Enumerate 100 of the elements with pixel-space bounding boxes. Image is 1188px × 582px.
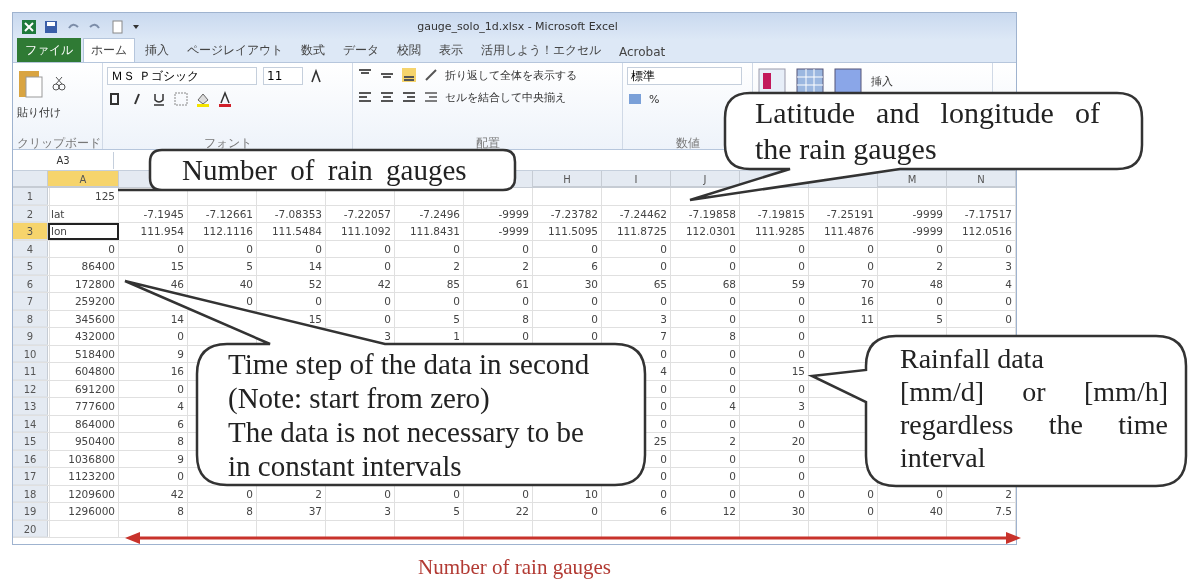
row-header[interactable]: 4 xyxy=(13,240,48,257)
name-box[interactable]: A3 xyxy=(13,151,114,169)
row-header[interactable]: 8 xyxy=(13,310,48,327)
group-label: 配置 xyxy=(474,135,501,149)
scissors-icon[interactable] xyxy=(51,75,67,91)
table-cell-text: 111.5484 xyxy=(270,224,323,239)
table-cell-text: 14 xyxy=(169,311,185,327)
table-cell-text: 0 xyxy=(521,329,530,344)
table-cell-text: 1296000 xyxy=(67,504,116,519)
row-header[interactable]: 11 xyxy=(13,363,48,380)
merge-center-button[interactable]: セルを結合して中央揃え xyxy=(445,89,566,105)
table-cell-text: 0 xyxy=(728,346,737,362)
table-cell-text: -7.17517 xyxy=(963,206,1013,222)
indent-icon[interactable] xyxy=(423,89,439,105)
ribbon-tab[interactable]: 表示 xyxy=(431,38,471,62)
column-header[interactable]: J xyxy=(671,171,740,187)
underline-icon[interactable] xyxy=(151,91,167,107)
table-cell-text: 0 xyxy=(728,416,737,432)
row-header[interactable]: 13 xyxy=(13,398,48,415)
row-header[interactable]: 5 xyxy=(13,258,48,275)
table-cell-text: 0 xyxy=(245,294,254,309)
table-cell-text: 0 xyxy=(866,241,875,257)
table-cell-text: 0 xyxy=(245,241,254,257)
align-left-icon[interactable] xyxy=(357,89,373,105)
table-cell-text: 20 xyxy=(790,434,806,449)
table-cell-text: 0 xyxy=(797,346,806,362)
row-header[interactable]: 19 xyxy=(13,503,48,520)
active-cell[interactable]: lon xyxy=(48,223,119,240)
table-cell-text: 0 xyxy=(728,451,737,467)
table-cell-text: 2 xyxy=(728,434,737,449)
table-cell-text: 0 xyxy=(728,294,737,309)
number-format-field[interactable]: 標準 xyxy=(627,67,742,85)
table-cell-text: 0 xyxy=(452,486,461,502)
table-cell-text: 0 xyxy=(866,486,875,502)
row-header[interactable]: 16 xyxy=(13,450,48,467)
ribbon-tab[interactable]: データ xyxy=(335,38,387,62)
column-header[interactable]: M xyxy=(878,171,947,187)
ribbon-tab[interactable]: Acrobat xyxy=(611,41,674,62)
row-header[interactable]: 3 xyxy=(13,223,48,240)
align-center-icon[interactable] xyxy=(379,89,395,105)
table-cell-text: 0 xyxy=(797,469,806,484)
fill-color-icon[interactable] xyxy=(195,91,211,107)
table-cell-text: 2 xyxy=(935,259,944,274)
text-orientation-icon[interactable] xyxy=(423,67,439,83)
row-header[interactable]: 6 xyxy=(13,275,48,292)
font-size-field[interactable]: 11 xyxy=(263,67,303,85)
ribbon-tab[interactable]: 挿入 xyxy=(137,38,177,62)
row-header[interactable]: 10 xyxy=(13,345,48,362)
row-header[interactable]: 17 xyxy=(13,468,48,485)
row-header[interactable]: 9 xyxy=(13,328,48,345)
table-cell-text: 85 xyxy=(445,276,461,292)
table-cell-text: 4 xyxy=(1004,276,1013,292)
column-header[interactable]: I xyxy=(602,171,671,187)
table-cell-text: 5 xyxy=(452,504,461,519)
ribbon-tab[interactable]: 活用しよう！エクセル xyxy=(473,38,609,62)
row-header[interactable]: 15 xyxy=(13,433,48,450)
column-header[interactable]: N xyxy=(947,171,1016,187)
align-right-icon[interactable] xyxy=(401,89,417,105)
column-header[interactable]: A xyxy=(48,171,119,187)
axis-caption: Number of rain gauges xyxy=(417,554,612,580)
ribbon-tab[interactable]: 校閲 xyxy=(389,38,429,62)
column-header[interactable]: H xyxy=(533,171,602,187)
table-cell-text: -7.08353 xyxy=(273,206,323,222)
table-format-icon[interactable] xyxy=(795,67,827,95)
table-cell-text: 16 xyxy=(859,294,875,309)
ribbon-tab[interactable]: ホーム xyxy=(83,38,135,62)
table-cell-text: 0 xyxy=(728,364,737,379)
table-cell-text: 0 xyxy=(452,241,461,257)
table-cell-text: 111.8431 xyxy=(408,224,461,239)
table-cell-text: 0 xyxy=(797,381,806,397)
save-icon[interactable] xyxy=(43,18,59,35)
file-tab[interactable]: ファイル xyxy=(17,38,81,62)
ribbon-tab[interactable]: 数式 xyxy=(293,38,333,62)
table-cell-text: 3 xyxy=(383,504,392,519)
row-header[interactable]: 20 xyxy=(13,520,48,537)
row-header[interactable]: 7 xyxy=(13,293,48,310)
table-cell-text: 22 xyxy=(514,504,530,519)
table-cell-text: 0 xyxy=(314,294,323,309)
row-header[interactable]: 12 xyxy=(13,380,48,397)
table-cell-text: 0 xyxy=(935,486,944,502)
font-color-icon[interactable] xyxy=(217,91,233,107)
table-cell-text: 46 xyxy=(169,276,185,292)
table-cell-text: 1123200 xyxy=(67,469,116,484)
font-name-field[interactable]: ＭＳ Ｐゴシック xyxy=(107,67,257,85)
spreadsheet-app-icon[interactable] xyxy=(21,18,37,35)
callout-text: Time step of the data in second xyxy=(228,347,591,381)
ribbon-tab[interactable]: ページレイアウト xyxy=(179,38,291,62)
percent-button[interactable]: % xyxy=(649,92,660,106)
table-cell-text: 172800 xyxy=(73,276,116,292)
conditional-format-icon[interactable] xyxy=(757,67,789,95)
row-header[interactable]: 1 xyxy=(13,188,48,205)
table-cell-text: 0 xyxy=(728,259,737,274)
wrap-text-button[interactable]: 折り返して全体を表示する xyxy=(445,67,577,83)
align-bottom-icon[interactable] xyxy=(401,67,417,83)
insert-button[interactable]: 挿入 xyxy=(871,73,893,89)
table-cell-text: 604800 xyxy=(73,364,116,379)
row-header[interactable]: 14 xyxy=(13,415,48,432)
paste-label[interactable]: 貼り付け xyxy=(17,105,98,120)
row-header[interactable]: 18 xyxy=(13,485,48,502)
row-header[interactable]: 2 xyxy=(13,205,48,222)
